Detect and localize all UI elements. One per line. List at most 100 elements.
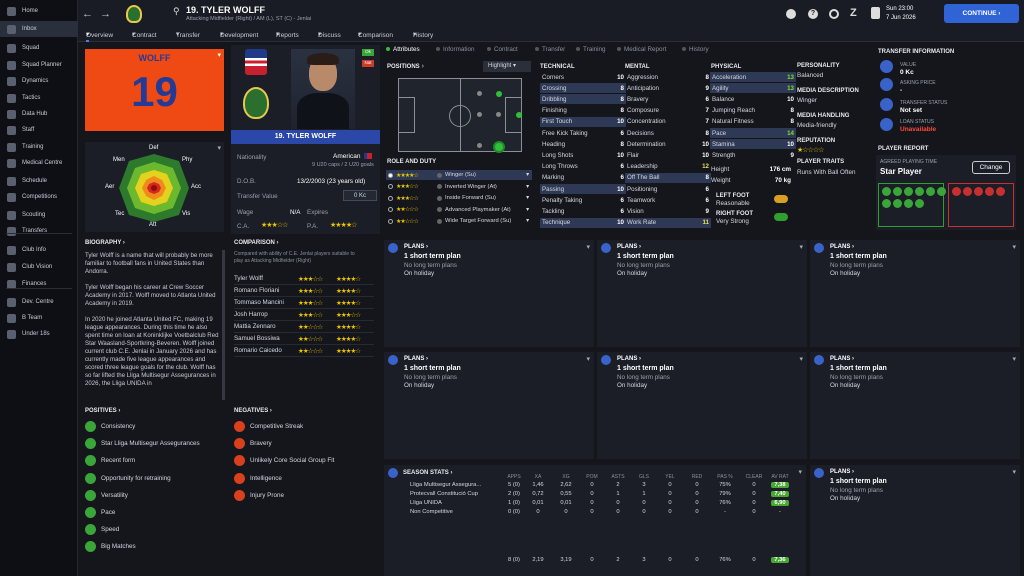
chevron-down-icon[interactable]: ▾ (799, 355, 803, 363)
stats-row[interactable]: Non Competitive 0 (0) 0 0 0 0 0 0 0 - 0 - (386, 507, 792, 516)
stats-row[interactable]: Protecvall Constitució Cup 2 (0) 0,72 0,55 0… (386, 489, 792, 498)
positive-item[interactable]: Recent form (85, 452, 226, 469)
sidebar-item-dynamics[interactable]: Dynamics (0, 73, 78, 89)
sidebar-item-club-vision[interactable]: Club Vision (0, 259, 78, 275)
sidebar-item-training[interactable]: Training (0, 139, 78, 155)
role-item[interactable]: ★★☆☆☆ Wide Target Forward (Su) ▾ (386, 216, 532, 226)
comparison-title[interactable]: COMPARISON › (234, 240, 374, 246)
plans-title[interactable]: PLANS › (404, 356, 428, 362)
positions-title[interactable]: POSITIONS › (387, 63, 424, 70)
plans-title[interactable]: PLANS › (830, 356, 854, 362)
chevron-down-icon[interactable]: ▾ (586, 355, 590, 363)
chevron-down-icon[interactable]: ▾ (798, 468, 802, 476)
positive-item[interactable]: Speed (85, 521, 226, 538)
chevron-down-icon[interactable]: ▾ (799, 243, 803, 251)
comparison-row[interactable]: Samuel Bossiwa ★★☆☆☆ ★★★★☆ (234, 333, 374, 345)
stats-row[interactable]: Lliga Multisegur Assegura... 5 (0) 1,46 2,6… (386, 480, 792, 489)
chevron-down-icon[interactable]: ▾ (1012, 355, 1016, 363)
stats-column-header[interactable]: GLS (632, 468, 656, 480)
sidebar-item-club-info[interactable]: Club Info (0, 242, 78, 258)
search-icon[interactable]: ⚲ (173, 6, 180, 17)
club-crest-icon[interactable] (126, 5, 142, 23)
negative-item[interactable]: Unlikely Core Social Group Fit (234, 452, 374, 469)
sidebar-item-squad[interactable]: Squad (0, 40, 78, 56)
chevron-down-icon[interactable]: ▾ (217, 51, 221, 59)
negatives-title[interactable]: NEGATIVES › (234, 408, 374, 414)
comparison-row[interactable]: Josh Harrop ★★★☆☆ ★★★☆☆ (234, 309, 374, 321)
chevron-down-icon[interactable]: ▾ (526, 195, 529, 201)
chevron-down-icon[interactable]: ▾ (526, 172, 529, 178)
continue-button[interactable]: CONTINUE › (944, 4, 1019, 23)
chevron-down-icon[interactable]: ▾ (526, 218, 529, 224)
tab-overview[interactable]: Overview ▾ (86, 30, 113, 42)
subtab-training[interactable]: Training (576, 46, 606, 53)
comparison-row[interactable]: Romano Floriani ★★★☆☆ ★★★★☆ (234, 285, 374, 297)
biography-title[interactable]: BIOGRAPHY › (85, 240, 226, 246)
positives-title[interactable]: POSITIVES › (85, 408, 226, 414)
stats-column-header[interactable]: CLEAR (740, 468, 768, 480)
stats-column-header[interactable]: POM (580, 468, 604, 480)
negative-item[interactable]: Intelligence (234, 470, 374, 487)
calendar-icon[interactable] (871, 7, 880, 19)
tab-comparison[interactable]: Comparison ▾ (358, 30, 393, 39)
radio-icon[interactable] (388, 195, 393, 201)
plans-title[interactable]: PLANS › (617, 244, 641, 250)
negative-item[interactable]: Competitive Streak (234, 418, 374, 435)
role-item[interactable]: ★★★★☆ Winger (Su) ▾ (386, 170, 532, 180)
tab-discuss[interactable]: Discuss ▾ (318, 30, 341, 39)
social-icon[interactable] (829, 9, 839, 19)
sidebar-item-data-hub[interactable]: Data Hub (0, 106, 78, 122)
subtab-contract[interactable]: Contract (487, 46, 518, 53)
stats-column-header[interactable]: APPS (504, 468, 524, 480)
sidebar-item-under-18s[interactable]: Under 18s (0, 326, 78, 342)
sidebar-item-tactics[interactable]: Tactics (0, 90, 78, 106)
sidebar-item-b-team[interactable]: B Team (0, 310, 78, 326)
plans-title[interactable]: PLANS › (830, 469, 854, 475)
stats-column-header[interactable]: YEL (656, 468, 684, 480)
subtab-transfer[interactable]: Transfer (535, 46, 565, 53)
radio-icon[interactable] (388, 172, 393, 178)
sidebar-item-home[interactable]: Home (0, 3, 78, 19)
stats-column-header[interactable]: ASTS (604, 468, 632, 480)
sidebar-item-dev-centre[interactable]: Dev. Centre (0, 294, 78, 310)
change-button[interactable]: Change (972, 161, 1010, 174)
negative-item[interactable]: Bravery (234, 435, 374, 452)
radio-icon[interactable] (388, 218, 393, 224)
comparison-row[interactable]: Tommaso Mancini ★★★☆☆ ★★★★☆ (234, 297, 374, 309)
sidebar-item-scouting[interactable]: Scouting (0, 207, 78, 223)
stats-row[interactable]: Lliga UNIDA 1 (0) 0,01 0,01 0 0 0 0 0 76% 0 6,90 (386, 498, 792, 507)
sidebar-item-transfers[interactable]: Transfers (0, 223, 78, 239)
highlight-select[interactable]: Highlight ▾ (483, 61, 531, 72)
tab-reports[interactable]: Reports ▾ (276, 30, 299, 39)
tab-history[interactable]: History ▾ (413, 30, 433, 39)
role-item[interactable]: ★★★☆☆ Inside Forward (Su) ▾ (386, 193, 532, 203)
soccer-ball-icon[interactable] (786, 9, 796, 19)
scrollbar[interactable] (222, 250, 225, 400)
subtab-attributes[interactable]: Attributes (386, 46, 420, 53)
tab-contract[interactable]: Contract ▾ (132, 30, 157, 39)
sidebar-item-inbox[interactable]: Inbox (0, 21, 78, 37)
stats-column-header[interactable]: XG (552, 468, 580, 480)
stats-column-header[interactable]: AV RAT (768, 468, 792, 480)
positive-item[interactable]: Big Matches (85, 538, 226, 555)
help-icon[interactable]: ? (808, 9, 818, 19)
positive-item[interactable]: Consistency (85, 418, 226, 435)
chevron-down-icon[interactable]: ▾ (526, 207, 529, 213)
chevron-down-icon[interactable]: ▾ (586, 243, 590, 251)
tab-transfer[interactable]: Transfer ▾ (176, 30, 200, 39)
positive-item[interactable]: Star Lliga Multisegur Assegurances (85, 435, 226, 452)
subtab-medical-report[interactable]: Medical Report (617, 46, 666, 53)
sidebar-item-squad-planner[interactable]: Squad Planner (0, 57, 78, 73)
sidebar-item-staff[interactable]: Staff (0, 122, 78, 138)
sidebar-item-competitions[interactable]: Competitions (0, 189, 78, 205)
subtab-information[interactable]: Information (436, 46, 475, 53)
positive-item[interactable]: Opportunity for retraining (85, 470, 226, 487)
radio-icon[interactable] (388, 184, 393, 189)
stats-column-header[interactable]: PAS % (710, 468, 740, 480)
role-item[interactable]: ★★★☆☆ Inverted Winger (At) ▾ (386, 182, 532, 192)
comparison-row[interactable]: Tyler Wolff ★★★☆☆ ★★★★☆ (234, 273, 374, 285)
positive-item[interactable]: Versatility (85, 487, 226, 504)
plans-title[interactable]: PLANS › (404, 244, 428, 250)
chevron-down-icon[interactable]: ▾ (1012, 468, 1016, 476)
role-item[interactable]: ★★☆☆☆ Advanced Playmaker (At) ▾ (386, 205, 532, 215)
